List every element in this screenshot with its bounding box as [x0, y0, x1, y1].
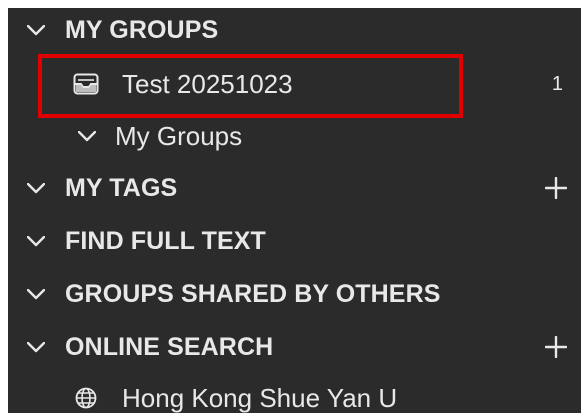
chevron-down-icon[interactable] — [25, 286, 47, 302]
section-groups-shared-by-others[interactable]: GROUPS SHARED BY OTHERS — [8, 268, 581, 320]
subsection-my-groups[interactable]: My Groups — [8, 110, 581, 162]
chevron-down-icon[interactable] — [76, 128, 98, 144]
chevron-down-icon[interactable] — [25, 180, 47, 196]
section-online-search[interactable]: ONLINE SEARCH — [8, 321, 581, 373]
section-label: FIND FULL TEXT — [65, 226, 266, 255]
section-label: ONLINE SEARCH — [65, 332, 274, 361]
section-my-tags[interactable]: MY TAGS — [8, 162, 581, 214]
section-find-full-text[interactable]: FIND FULL TEXT — [8, 215, 581, 267]
globe-icon — [72, 386, 100, 410]
chevron-down-icon[interactable] — [25, 233, 47, 249]
search-source-label: Hong Kong Shue Yan U — [122, 382, 398, 413]
section-my-groups[interactable]: MY GROUPS — [8, 8, 581, 56]
plus-icon[interactable] — [545, 336, 567, 358]
section-label: MY GROUPS — [65, 15, 219, 44]
group-item-test-20251023[interactable]: Test 20251023 1 — [8, 58, 581, 110]
subsection-label: My Groups — [115, 120, 243, 151]
sidebar-panel: MY GROUPS Test 20251023 1 My Groups MY T… — [8, 8, 581, 413]
chevron-down-icon[interactable] — [25, 22, 47, 38]
chevron-down-icon[interactable] — [25, 339, 47, 355]
group-tray-icon — [72, 72, 100, 96]
section-label: MY TAGS — [65, 173, 178, 202]
group-item-label: Test 20251023 — [122, 68, 293, 99]
plus-icon[interactable] — [545, 177, 567, 199]
item-count-badge: 1 — [551, 72, 563, 95]
search-source-hong-kong-shue-yan-u[interactable]: Hong Kong Shue Yan U — [8, 372, 581, 413]
section-label: GROUPS SHARED BY OTHERS — [65, 279, 441, 308]
